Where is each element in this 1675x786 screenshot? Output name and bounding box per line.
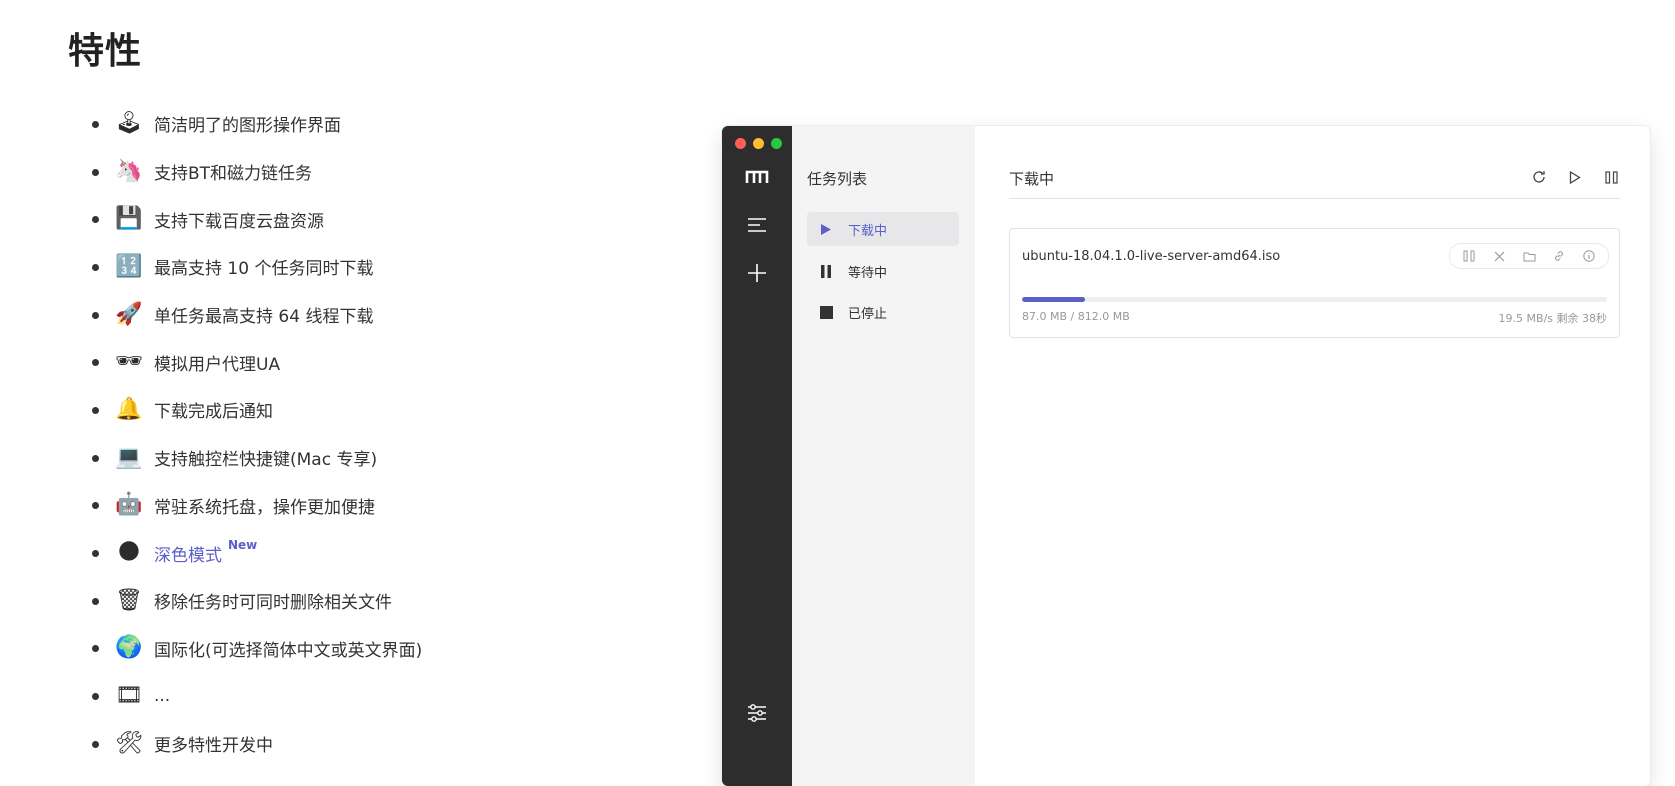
robot-icon: 🤖 [115,492,143,518]
film-frames-icon: 🎞 [115,683,143,709]
info-icon[interactable] [1582,249,1596,263]
section-title: 特性 [68,31,143,72]
rocket-icon: 🚀 [115,301,143,327]
feature-item: 🤖 常驻系统托盘，操作更加便捷 [92,482,422,530]
bullet [92,359,99,367]
bullet [92,693,99,701]
link-icon[interactable] [1552,249,1566,263]
feature-item: 🎞... [92,672,422,720]
feature-item: 🌑 深色模式 New [92,529,422,577]
moon-icon: 🌑 [117,540,141,566]
feature-item: 🛠 更多特性开发中 [92,720,422,768]
feature-text: 模拟用户代理UA [154,354,281,375]
feature-text: 移除任务时可同时删除相关文件 [154,593,392,614]
feature-text: 更多特性开发中 [154,736,273,757]
bell-icon: 🔔 [115,396,143,422]
app-logo-icon [742,162,772,192]
feature-item: 🚀 单任务最高支持 64 线程下载 [92,291,422,339]
pause-icon [819,264,833,278]
feature-item: 🌍 国际化(可选择简体中文或英文界面) [92,625,422,673]
bullet [92,406,99,414]
panel-title: 任务列表 [807,170,868,188]
divider [1009,198,1620,199]
unicorn-icon: 🦄 [115,158,143,184]
laptop-icon: 💻 [115,444,143,470]
bullet [92,168,99,176]
task-card[interactable]: ubuntu-18.04.1.0-live-server-amd64.iso 8… [1009,228,1620,338]
bullet [92,597,99,605]
nav-label: 已停止 [848,306,888,322]
task-actions [1449,243,1609,269]
nav-label: 下载中 [848,223,888,239]
folder-icon[interactable] [1522,249,1536,263]
feature-item: 🕶 模拟用户代理UA [92,338,422,386]
feature-text: 下载完成后通知 [154,402,273,423]
delete-icon[interactable] [1492,249,1506,263]
window-controls [735,138,782,149]
close-window-button[interactable] [735,138,746,149]
bullet [92,454,99,462]
trash-icon: 🗑 [115,587,143,613]
task-speed: 19.5 MB/s 剩余 38秒 [1498,312,1607,325]
feature-text: 支持触控栏快捷键(Mac 专享) [154,450,378,471]
refresh-icon[interactable] [1530,168,1548,186]
feature-item: 🗑 移除任务时可同时删除相关文件 [92,577,422,625]
task-list-panel: 任务列表 下载中 等待中 已停止 [792,126,975,786]
bullet [92,311,99,319]
pause-icon[interactable] [1462,249,1476,263]
task-name: ubuntu-18.04.1.0-live-server-amd64.iso [1022,249,1281,264]
feature-text: 常驻系统托盘，操作更加便捷 [154,497,375,518]
task-size: 87.0 MB / 812.0 MB [1022,310,1130,323]
feature-item: 💻 支持触控栏快捷键(Mac 专享) [92,434,422,482]
minimize-window-button[interactable] [753,138,764,149]
maximize-window-button[interactable] [771,138,782,149]
nav-item-downloading[interactable]: 下载中 [807,212,959,246]
task-list-button[interactable] [742,210,772,240]
bullet [92,502,99,510]
feature-text: ... [154,686,171,707]
app-sidebar-rail [722,126,792,786]
feature-text: 支持下载百度云盘资源 [154,211,324,232]
joystick-icon: 🕹 [115,110,143,136]
progress-fill [1022,297,1085,302]
pane-toolbar [1530,168,1620,186]
sunglasses-icon: 🕶 [115,349,143,375]
feature-item: 🕹 简洁明了的图形操作界面 [92,100,422,148]
nav-item-stopped[interactable]: 已停止 [807,295,959,329]
hammer-wrench-icon: 🛠 [115,730,143,756]
feature-text: 简洁明了的图形操作界面 [154,116,341,137]
add-task-button[interactable] [742,258,772,288]
nav-label: 等待中 [848,265,888,281]
feature-item: 🔔 下载完成后通知 [92,386,422,434]
feature-item: 💾 支持下载百度云盘资源 [92,195,422,243]
floppy-disk-icon: 💾 [115,206,143,232]
feature-text: 最高支持 10 个任务同时下载 [154,259,374,280]
main-pane: 下载中 ubuntu-18.04.1.0-live-server-amd64.i… [975,126,1650,786]
pane-title: 下载中 [1009,170,1055,188]
play-icon [819,222,833,236]
stop-icon [819,305,833,319]
bullet [92,263,99,271]
pause-all-icon[interactable] [1602,168,1620,186]
app-window: 任务列表 下载中 等待中 已停止 下载中 ubuntu-18.04.1.0-li… [722,126,1650,786]
settings-sliders-icon[interactable] [742,698,772,728]
bullet [92,740,99,748]
progress-bar [1022,297,1607,302]
feature-text: 单任务最高支持 64 线程下载 [154,307,374,328]
feature-list: 🕹 简洁明了的图形操作界面 🦄 支持BT和磁力链任务 💾 支持下载百度云盘资源 🔢 最高… [92,100,422,768]
dark-mode-link[interactable]: 深色模式 [154,541,222,566]
numbers-icon: 🔢 [115,253,143,279]
bullet [92,645,99,653]
nav-item-waiting[interactable]: 等待中 [807,254,959,288]
feature-text: 国际化(可选择简体中文或英文界面) [154,640,423,661]
bullet [92,120,99,128]
feature-item: 🦄 支持BT和磁力链任务 [92,148,422,196]
new-badge: New [228,538,258,553]
feature-item: 🔢 最高支持 10 个任务同时下载 [92,243,422,291]
globe-icon: 🌍 [115,635,143,661]
bullet [92,550,99,558]
bullet [92,216,99,224]
feature-text: 支持BT和磁力链任务 [154,164,313,185]
resume-all-icon[interactable] [1566,168,1584,186]
